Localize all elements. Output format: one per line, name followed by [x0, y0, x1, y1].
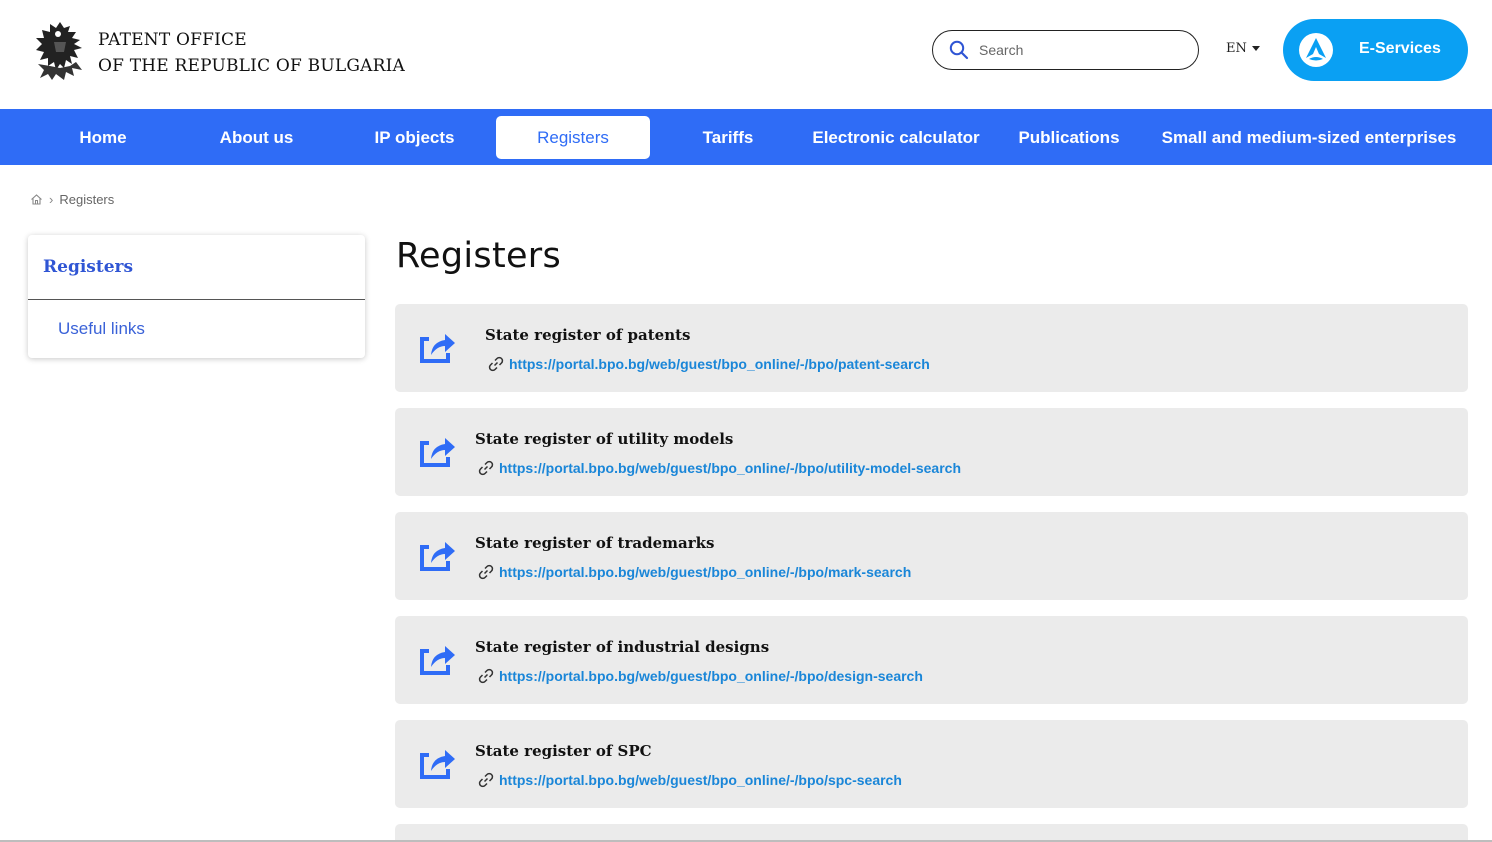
nav-item-tariffs[interactable]: Tariffs — [692, 116, 764, 159]
register-url[interactable]: https://portal.bpo.bg/web/guest/bpo_onli… — [499, 460, 961, 476]
register-card: State register of industrial designs htt… — [395, 616, 1468, 704]
register-link[interactable]: https://portal.bpo.bg/web/guest/bpo_onli… — [478, 460, 961, 476]
language-selector[interactable]: EN — [1226, 41, 1260, 56]
eservices-button[interactable]: E-Services — [1283, 19, 1468, 81]
register-link[interactable]: https://portal.bpo.bg/web/guest/bpo_onli… — [478, 772, 902, 788]
search-box[interactable] — [932, 30, 1199, 70]
org-name-line2: OF THE REPUBLIC OF BULGARIA — [98, 56, 405, 76]
home-icon[interactable] — [30, 193, 43, 206]
org-name-line1: PATENT OFFICE — [98, 30, 247, 50]
page-title: Registers — [396, 236, 562, 276]
sidebar: Registers Useful links — [28, 235, 365, 358]
sidebar-item-useful-links[interactable]: Useful links — [58, 319, 145, 339]
nav-item-home[interactable]: Home — [62, 116, 144, 159]
register-title: State register of patents — [485, 326, 691, 344]
external-link-share-icon[interactable] — [417, 328, 457, 364]
caret-down-icon — [1251, 46, 1260, 51]
link-chain-icon — [478, 460, 494, 476]
register-card: State register of patents https://portal… — [395, 304, 1468, 392]
search-icon[interactable] — [949, 40, 969, 60]
nav-item-ip-objects[interactable]: IP objects — [362, 116, 467, 159]
register-link[interactable]: https://portal.bpo.bg/web/guest/bpo_onli… — [488, 356, 930, 372]
site-header: PATENT OFFICE OF THE REPUBLIC OF BULGARI… — [0, 0, 1492, 109]
search-input[interactable] — [979, 42, 1179, 58]
register-url[interactable]: https://portal.bpo.bg/web/guest/bpo_onli… — [499, 772, 902, 788]
sidebar-title[interactable]: Registers — [43, 257, 133, 277]
external-link-share-icon[interactable] — [417, 640, 457, 676]
external-link-share-icon[interactable] — [417, 744, 457, 780]
nav-item-sme[interactable]: Small and medium-sized enterprises — [1154, 116, 1464, 159]
nav-item-registers[interactable]: Registers — [496, 116, 650, 159]
external-link-share-icon[interactable] — [417, 536, 457, 572]
register-url[interactable]: https://portal.bpo.bg/web/guest/bpo_onli… — [509, 356, 930, 372]
nav-item-about-us[interactable]: About us — [206, 116, 307, 159]
breadcrumb-separator: › — [49, 192, 54, 207]
register-card: State register of SPC https://portal.bpo… — [395, 720, 1468, 808]
link-chain-icon — [488, 356, 504, 372]
nav-item-publications[interactable]: Publications — [1012, 116, 1126, 159]
register-card: State register of trademarks https://por… — [395, 512, 1468, 600]
register-title: State register of industrial designs — [475, 638, 770, 656]
external-link-share-icon[interactable] — [417, 432, 457, 468]
register-link[interactable]: https://portal.bpo.bg/web/guest/bpo_onli… — [478, 564, 911, 580]
lion-coat-of-arms-logo[interactable] — [30, 18, 90, 82]
register-card: State register of utility models https:/… — [395, 408, 1468, 496]
organization-name[interactable]: PATENT OFFICE OF THE REPUBLIC OF BULGARI… — [98, 27, 405, 79]
link-chain-icon — [478, 564, 494, 580]
register-title: State register of utility models — [475, 430, 734, 448]
breadcrumb-current: Registers — [59, 192, 115, 207]
breadcrumb: › Registers — [30, 192, 114, 207]
link-chain-icon — [478, 772, 494, 788]
nav-item-electronic-calculator[interactable]: Electronic calculator — [806, 116, 986, 159]
register-title: State register of trademarks — [475, 534, 715, 552]
eservices-logo-icon — [1299, 33, 1333, 67]
register-link[interactable]: https://portal.bpo.bg/web/guest/bpo_onli… — [478, 668, 923, 684]
language-label: EN — [1226, 41, 1247, 56]
eservices-label: E-Services — [1359, 40, 1441, 57]
register-title: State register of SPC — [475, 742, 652, 760]
register-url[interactable]: https://portal.bpo.bg/web/guest/bpo_onli… — [499, 668, 923, 684]
sidebar-divider — [28, 299, 365, 300]
link-chain-icon — [478, 668, 494, 684]
register-url[interactable]: https://portal.bpo.bg/web/guest/bpo_onli… — [499, 564, 911, 580]
main-navigation: Home About us IP objects Registers Tarif… — [0, 109, 1492, 165]
